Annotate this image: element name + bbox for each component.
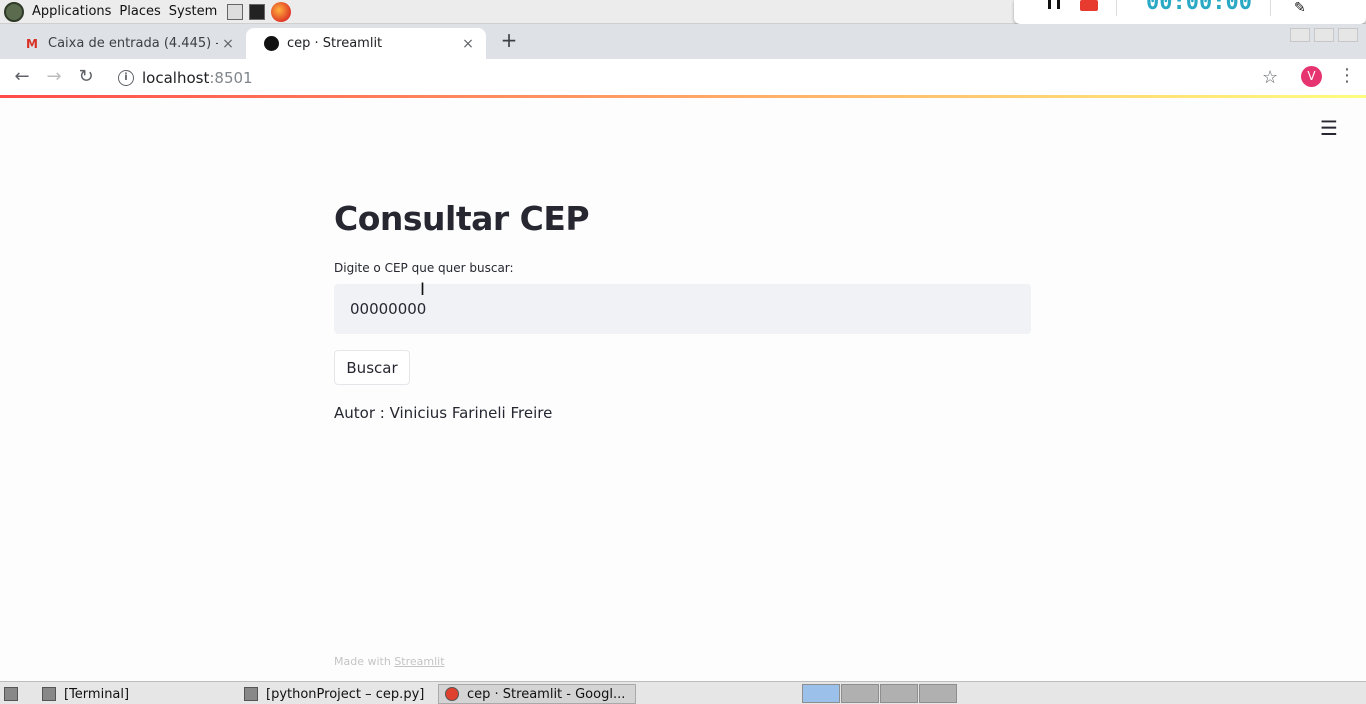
- bookmark-star-icon[interactable]: ☆: [1262, 67, 1278, 88]
- show-desktop-icon[interactable]: [0, 684, 18, 704]
- workspace-2[interactable]: [841, 684, 879, 703]
- tab-streamlit[interactable]: cep · Streamlit ×: [246, 28, 486, 59]
- tab-title: Caixa de entrada (4.445) -: [48, 36, 218, 51]
- taskbar-item-chrome[interactable]: cep · Streamlit - Googl...: [438, 684, 636, 704]
- close-tab-icon[interactable]: ×: [218, 36, 238, 52]
- pen-icon[interactable]: ✎: [1294, 0, 1306, 16]
- hamburger-menu-icon[interactable]: ☰: [1320, 116, 1338, 140]
- chrome-icon: [445, 687, 459, 701]
- stop-icon[interactable]: [1080, 0, 1098, 11]
- tab-gmail[interactable]: M Caixa de entrada (4.445) - ×: [6, 28, 246, 59]
- buscar-button[interactable]: Buscar: [334, 350, 410, 385]
- maximize-window-button[interactable]: [1314, 28, 1334, 42]
- firefox-launcher-icon[interactable]: [271, 1, 292, 22]
- footer: Made with Streamlit: [334, 655, 445, 668]
- back-arrow-icon[interactable]: ←: [10, 65, 34, 89]
- workspace-1[interactable]: [802, 684, 840, 703]
- site-info-icon[interactable]: i: [118, 69, 134, 86]
- taskbar-item-label: [pythonProject – cep.py]: [266, 686, 425, 702]
- url-port: :8501: [209, 68, 253, 87]
- screen-recorder-widget: 00:00:00 ✎: [1014, 0, 1366, 24]
- divider: [1116, 0, 1117, 16]
- footer-prefix: Made with: [334, 655, 395, 668]
- streamlit-link[interactable]: Streamlit: [394, 655, 444, 668]
- streamlit-icon: [264, 36, 279, 51]
- distro-logo-icon[interactable]: [4, 1, 24, 22]
- bottom-taskbar: [Terminal] [pythonProject – cep.py] cep …: [0, 681, 1366, 704]
- address-bar[interactable]: i localhost:8501: [108, 63, 1296, 92]
- workspace-4[interactable]: [919, 684, 957, 703]
- url-host: localhost: [142, 68, 210, 87]
- gmail-icon: M: [26, 36, 38, 51]
- recording-timer: 00:00:00: [1146, 0, 1252, 15]
- streamlit-header-decoration: [0, 95, 1366, 98]
- applications-menu[interactable]: Applications: [28, 4, 115, 19]
- terminal-icon: [42, 687, 56, 701]
- page-title: Consultar CEP: [334, 199, 590, 238]
- pause-icon[interactable]: [1048, 0, 1060, 9]
- minimize-window-button[interactable]: [1290, 28, 1310, 42]
- browser-toolbar: ← → ↻ i localhost:8501 ☆ V ⋮: [0, 59, 1366, 96]
- desktop-icon: [4, 687, 18, 701]
- taskbar-item-label: cep · Streamlit - Googl...: [467, 686, 626, 702]
- browser-menu-icon[interactable]: ⋮: [1338, 65, 1356, 86]
- reload-icon[interactable]: ↻: [74, 65, 98, 89]
- cep-input[interactable]: [334, 284, 1031, 334]
- browser-tab-strip: M Caixa de entrada (4.445) - × cep · Str…: [0, 24, 1366, 59]
- close-window-button[interactable]: [1338, 28, 1358, 42]
- author-text: Autor : Vinicius Farineli Freire: [334, 404, 553, 422]
- taskbar-item-pycharm[interactable]: [pythonProject – cep.py]: [238, 684, 434, 704]
- workspace-3[interactable]: [880, 684, 918, 703]
- new-tab-button[interactable]: +: [498, 29, 520, 51]
- system-menu[interactable]: System: [165, 4, 221, 19]
- close-tab-icon[interactable]: ×: [458, 36, 478, 52]
- cep-input-label: Digite o CEP que quer buscar:: [334, 261, 514, 275]
- taskbar-item-terminal[interactable]: [Terminal]: [36, 684, 236, 704]
- places-menu[interactable]: Places: [115, 4, 164, 19]
- text-cursor-icon: I: [420, 280, 426, 300]
- profile-avatar[interactable]: V: [1301, 66, 1322, 87]
- divider: [1270, 0, 1271, 16]
- tab-title: cep · Streamlit: [287, 36, 383, 51]
- taskbar-item-label: [Terminal]: [64, 686, 130, 702]
- forward-arrow-icon[interactable]: →: [42, 65, 66, 89]
- text-editor-launcher-icon[interactable]: [227, 3, 244, 20]
- terminal-launcher-icon[interactable]: [249, 3, 266, 20]
- image-window-icon: [244, 687, 258, 701]
